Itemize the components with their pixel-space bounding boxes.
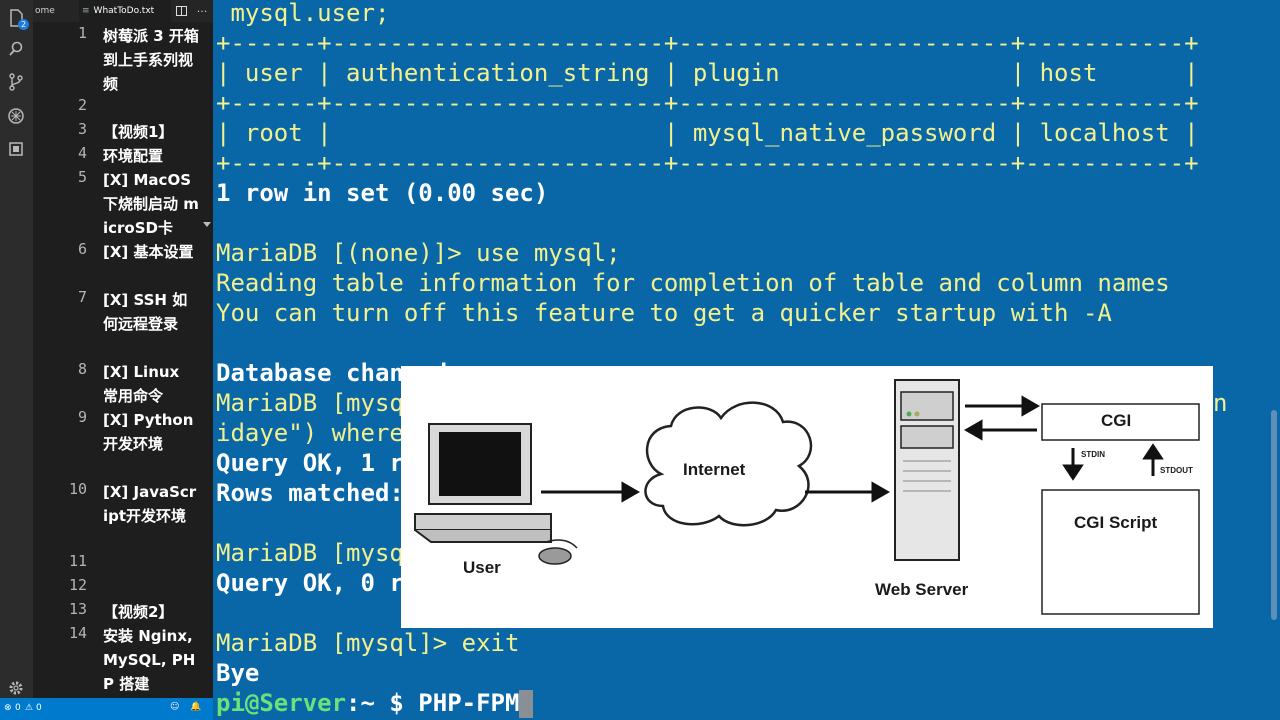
warning-count: 0 bbox=[36, 703, 42, 713]
terminal-cursor bbox=[519, 690, 534, 718]
terminal-prompt-line[interactable]: pi@Server:~ $ PHP-FPM bbox=[216, 688, 534, 718]
line-text: 安装 Nginx, MySQL, PHP 搭建 bbox=[103, 627, 196, 693]
line-number: 7 bbox=[77, 288, 87, 306]
line-text: 【视频1】 bbox=[103, 123, 174, 141]
server-icon bbox=[894, 379, 960, 561]
line-text: [X] Linux 常用命令 bbox=[103, 363, 180, 405]
line-number: 11 bbox=[68, 552, 87, 570]
line-number: 14 bbox=[68, 624, 87, 642]
cgi-script-box bbox=[1041, 489, 1200, 615]
feedback-icon[interactable]: ☺ bbox=[170, 702, 179, 712]
line-text: [X] MacOS 下烧制启动 microSD卡 bbox=[103, 171, 199, 237]
tab-home[interactable]: ome bbox=[33, 0, 79, 22]
line-text: [X] JavaScript开发环境 bbox=[103, 483, 197, 525]
errors-icon[interactable]: ⊗ bbox=[4, 703, 12, 713]
terminal-line: Rows matched: bbox=[216, 479, 404, 507]
line-number: 4 bbox=[77, 144, 87, 162]
explorer-badge: 2 bbox=[18, 19, 29, 30]
terminal-line: Query OK, 1 r bbox=[216, 449, 404, 477]
terminal-line: MariaDB [(none)]> use mysql; bbox=[216, 239, 621, 267]
editor-tab-bar: ome ≡ WhatToDo.txt ··· bbox=[33, 0, 213, 22]
extensions-icon[interactable] bbox=[6, 139, 26, 159]
cgi-script-label: CGI Script bbox=[1074, 513, 1158, 532]
line-number: 5 bbox=[77, 168, 87, 186]
cgi-label: CGI bbox=[1101, 411, 1132, 430]
terminal-line: Bye bbox=[216, 659, 260, 687]
stdin-label: STDIN bbox=[1081, 450, 1105, 459]
line-number: 8 bbox=[77, 360, 87, 378]
line-number: 9 bbox=[77, 408, 87, 426]
terminal-line: +------+-----------------------+--------… bbox=[216, 149, 1199, 177]
terminal-line: Query OK, 0 r bbox=[216, 569, 404, 597]
prompt-user-host: pi@Server bbox=[216, 689, 347, 717]
terminal-line: +------+-----------------------+--------… bbox=[216, 29, 1199, 57]
terminal-command: PHP-FPM bbox=[418, 689, 520, 717]
internet-label: Internet bbox=[683, 460, 746, 479]
terminal-line: | user | authentication_string | plugin … bbox=[216, 59, 1199, 87]
split-editor-icon[interactable] bbox=[171, 0, 191, 22]
tab-label: WhatToDo.txt bbox=[93, 6, 155, 16]
warning-icon[interactable]: ⚠ bbox=[25, 703, 33, 713]
line-text: 【视频2】 bbox=[103, 603, 174, 621]
notification-bell-icon[interactable]: 🔔 bbox=[190, 702, 201, 712]
terminal-line: MariaDB [mysql]> exit bbox=[216, 629, 520, 657]
terminal-line: | root | | mysql_native_password | local… bbox=[216, 119, 1199, 147]
computer-icon bbox=[414, 423, 578, 565]
error-count: 0 bbox=[15, 703, 21, 713]
terminal-line: mysql.user; bbox=[216, 0, 390, 27]
line-number: 3 bbox=[77, 120, 87, 138]
fold-arrow-icon[interactable] bbox=[203, 222, 211, 227]
more-actions-icon[interactable]: ··· bbox=[193, 0, 211, 22]
line-number: 12 bbox=[68, 576, 87, 594]
terminal-scrollbar[interactable] bbox=[1271, 410, 1277, 620]
web-server-label: Web Server bbox=[875, 580, 969, 599]
terminal-line: You can turn off this feature to get a q… bbox=[216, 299, 1112, 327]
terminal-line: Reading table information for completion… bbox=[216, 269, 1170, 297]
terminal-line: idaye") where bbox=[216, 419, 404, 447]
activity-bar: 2 bbox=[0, 0, 33, 720]
source-control-icon[interactable] bbox=[6, 72, 26, 92]
line-number: 13 bbox=[68, 600, 87, 618]
stdout-label: STDOUT bbox=[1160, 466, 1193, 475]
line-number: 6 bbox=[77, 240, 87, 258]
explorer-icon[interactable]: 2 bbox=[6, 8, 29, 30]
line-text: [X] Python开发环境 bbox=[103, 411, 194, 453]
line-number: 10 bbox=[68, 480, 87, 498]
status-bar: ⊗ 0 ⚠ 0 ☺ 🔔 bbox=[0, 698, 213, 720]
file-icon: ≡ bbox=[82, 6, 90, 16]
diagram-graphics bbox=[414, 379, 1200, 615]
search-icon[interactable] bbox=[6, 39, 26, 59]
line-text: 树莓派 3 开箱到上手系列视频 bbox=[103, 27, 199, 93]
line-text: [X] SSH 如何远程登录 bbox=[103, 291, 188, 333]
line-text: [X] 基本设置 bbox=[103, 243, 194, 261]
terminal-line: +------+-----------------------+--------… bbox=[216, 89, 1199, 117]
settings-gear-icon[interactable] bbox=[6, 678, 26, 698]
line-text: 环境配置 bbox=[103, 147, 164, 165]
line-number: 2 bbox=[77, 96, 87, 114]
user-label: User bbox=[463, 558, 501, 577]
line-number: 1 bbox=[77, 24, 87, 42]
tab-label: ome bbox=[35, 6, 55, 16]
cgi-diagram: User Internet Web Server CGI STDIN STDOU… bbox=[401, 366, 1213, 628]
terminal-line: 1 row in set (0.00 sec) bbox=[216, 179, 549, 207]
prompt-path: :~ $ bbox=[346, 689, 419, 717]
debug-icon[interactable] bbox=[6, 106, 26, 126]
editor[interactable]: 1 树莓派 3 开箱到上手系列视频 2 3 【视频1】 4 环境配置 5 [X] Mac… bbox=[33, 22, 213, 698]
tab-whattodo[interactable]: ≡ WhatToDo.txt bbox=[79, 0, 171, 22]
